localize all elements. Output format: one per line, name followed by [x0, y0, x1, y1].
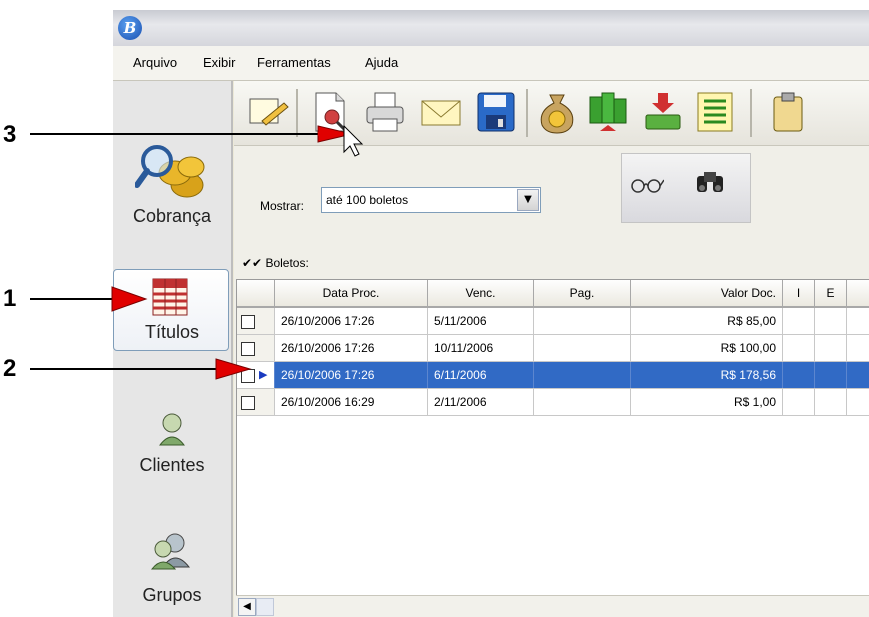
annotation-arrows: [30, 124, 364, 380]
annotation-arrow-2: [30, 358, 252, 380]
mouse-cursor-icon: [343, 124, 364, 157]
annotation-arrow-3: [30, 125, 353, 143]
annotation-arrow-1: [30, 286, 148, 312]
